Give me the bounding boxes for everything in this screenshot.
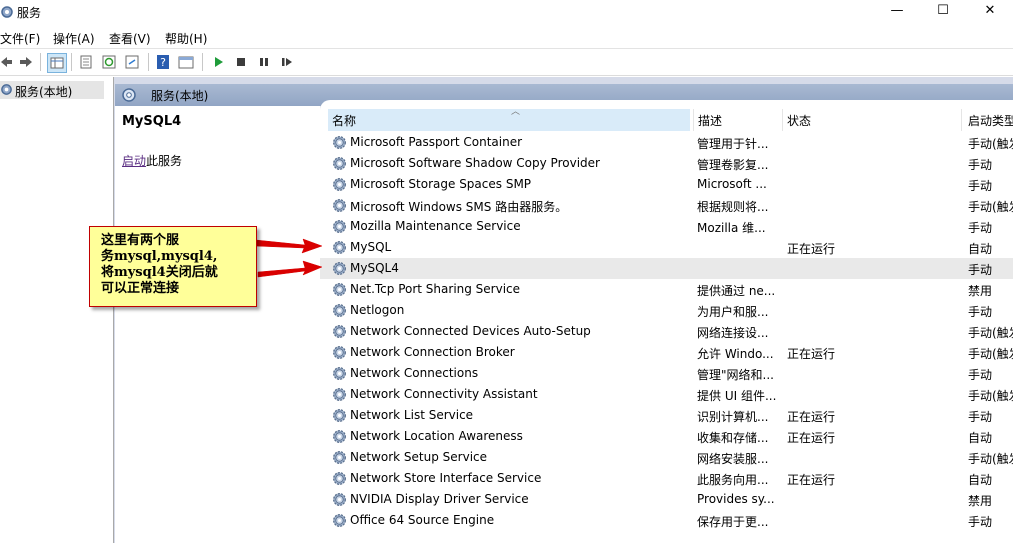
annotation-callout: 这里有两个服 务mysql,mysql4, 将mysql4关闭后就 可以正常连接 [89, 226, 257, 307]
annotation-text: 这里有两个服 务mysql,mysql4, 将mysql4关闭后就 可以正常连接 [101, 233, 218, 296]
arrow-to-mysql [254, 238, 323, 254]
arrow-to-mysql4 [257, 260, 323, 278]
